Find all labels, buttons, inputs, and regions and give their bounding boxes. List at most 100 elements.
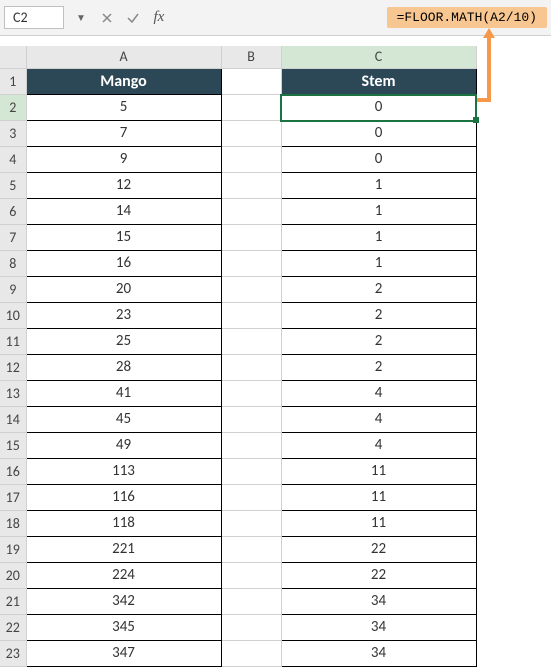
cell-A2[interactable]: 5	[26, 95, 221, 121]
cell-C8[interactable]: 1	[281, 251, 476, 277]
fx-icon[interactable]: fx	[150, 9, 168, 27]
cell-C7[interactable]: 1	[281, 225, 476, 251]
row-header[interactable]: 14	[0, 407, 26, 433]
cell-A7[interactable]: 15	[26, 225, 221, 251]
cell-A11[interactable]: 25	[26, 329, 221, 355]
cell-B15[interactable]	[221, 433, 281, 459]
cell-A12[interactable]: 28	[26, 355, 221, 381]
cell-A6[interactable]: 14	[26, 199, 221, 225]
cell-A23[interactable]: 347	[26, 641, 221, 667]
select-all-corner[interactable]	[0, 46, 26, 69]
cell-C18[interactable]: 11	[281, 511, 476, 537]
cell-B3[interactable]	[221, 121, 281, 147]
cell-B22[interactable]	[221, 615, 281, 641]
row-header[interactable]: 15	[0, 433, 26, 459]
cell-C5[interactable]: 1	[281, 173, 476, 199]
row-header[interactable]: 12	[0, 355, 26, 381]
cell-C6[interactable]: 1	[281, 199, 476, 225]
cell-C1[interactable]: Stem	[281, 69, 476, 95]
name-box[interactable]: C2	[4, 6, 64, 29]
cell-A3[interactable]: 7	[26, 121, 221, 147]
col-header-A[interactable]: A	[26, 46, 221, 69]
cell-A8[interactable]: 16	[26, 251, 221, 277]
cell-B10[interactable]	[221, 303, 281, 329]
row-header[interactable]: 23	[0, 641, 26, 667]
cell-A13[interactable]: 41	[26, 381, 221, 407]
cell-B8[interactable]	[221, 251, 281, 277]
row-header[interactable]: 21	[0, 589, 26, 615]
cell-C4[interactable]: 0	[281, 147, 476, 173]
cell-B13[interactable]	[221, 381, 281, 407]
cell-C17[interactable]: 11	[281, 485, 476, 511]
row-header[interactable]: 11	[0, 329, 26, 355]
cell-C12[interactable]: 2	[281, 355, 476, 381]
name-box-dropdown-icon[interactable]: ▼	[72, 11, 90, 24]
cell-C19[interactable]: 22	[281, 537, 476, 563]
cell-A1[interactable]: Mango	[26, 69, 221, 95]
row-header[interactable]: 20	[0, 563, 26, 589]
row-header[interactable]: 4	[0, 147, 26, 173]
row-header[interactable]: 17	[0, 485, 26, 511]
col-header-B[interactable]: B	[221, 46, 281, 69]
cell-A17[interactable]: 116	[26, 485, 221, 511]
row-header[interactable]: 6	[0, 199, 26, 225]
cell-A20[interactable]: 224	[26, 563, 221, 589]
cell-A21[interactable]: 342	[26, 589, 221, 615]
cell-C2[interactable]: 0	[281, 95, 476, 121]
row-header[interactable]: 19	[0, 537, 26, 563]
cell-A4[interactable]: 9	[26, 147, 221, 173]
cell-C15[interactable]: 4	[281, 433, 476, 459]
cell-B6[interactable]	[221, 199, 281, 225]
row-header[interactable]: 16	[0, 459, 26, 485]
cell-B23[interactable]	[221, 641, 281, 667]
row-header[interactable]: 9	[0, 277, 26, 303]
cell-A9[interactable]: 20	[26, 277, 221, 303]
cell-B20[interactable]	[221, 563, 281, 589]
cell-C16[interactable]: 11	[281, 459, 476, 485]
cell-C11[interactable]: 2	[281, 329, 476, 355]
row-header[interactable]: 13	[0, 381, 26, 407]
cell-A5[interactable]: 12	[26, 173, 221, 199]
row-header[interactable]: 22	[0, 615, 26, 641]
cell-C10[interactable]: 2	[281, 303, 476, 329]
row-header[interactable]: 10	[0, 303, 26, 329]
cell-A18[interactable]: 118	[26, 511, 221, 537]
cell-B21[interactable]	[221, 589, 281, 615]
cell-B19[interactable]	[221, 537, 281, 563]
cell-B4[interactable]	[221, 147, 281, 173]
cell-A15[interactable]: 49	[26, 433, 221, 459]
cell-A16[interactable]: 113	[26, 459, 221, 485]
cell-B5[interactable]	[221, 173, 281, 199]
cell-A19[interactable]: 221	[26, 537, 221, 563]
row-header[interactable]: 8	[0, 251, 26, 277]
cell-B2[interactable]	[221, 95, 281, 121]
row-header[interactable]: 7	[0, 225, 26, 251]
cell-C14[interactable]: 4	[281, 407, 476, 433]
col-header-C[interactable]: C	[281, 46, 476, 69]
row-header[interactable]: 5	[0, 173, 26, 199]
cell-C22[interactable]: 34	[281, 615, 476, 641]
cell-B1[interactable]	[221, 69, 281, 95]
cell-B12[interactable]	[221, 355, 281, 381]
cell-B9[interactable]	[221, 277, 281, 303]
cell-C13[interactable]: 4	[281, 381, 476, 407]
cancel-icon[interactable]	[98, 9, 116, 27]
cell-C9[interactable]: 2	[281, 277, 476, 303]
row-header[interactable]: 2	[0, 95, 26, 121]
row-header[interactable]: 3	[0, 121, 26, 147]
cell-B16[interactable]	[221, 459, 281, 485]
cell-C23[interactable]: 34	[281, 641, 476, 667]
cell-B11[interactable]	[221, 329, 281, 355]
cell-C3[interactable]: 0	[281, 121, 476, 147]
cell-A10[interactable]: 23	[26, 303, 221, 329]
cell-B7[interactable]	[221, 225, 281, 251]
cell-B17[interactable]	[221, 485, 281, 511]
row-header[interactable]: 1	[0, 69, 26, 95]
cell-B18[interactable]	[221, 511, 281, 537]
row-header[interactable]: 18	[0, 511, 26, 537]
cell-C21[interactable]: 34	[281, 589, 476, 615]
spreadsheet-grid[interactable]: A B C 1 Mango Stem 2 5 0 370 490 5121 61…	[0, 46, 551, 667]
cell-B14[interactable]	[221, 407, 281, 433]
cell-A22[interactable]: 345	[26, 615, 221, 641]
cell-A14[interactable]: 45	[26, 407, 221, 433]
